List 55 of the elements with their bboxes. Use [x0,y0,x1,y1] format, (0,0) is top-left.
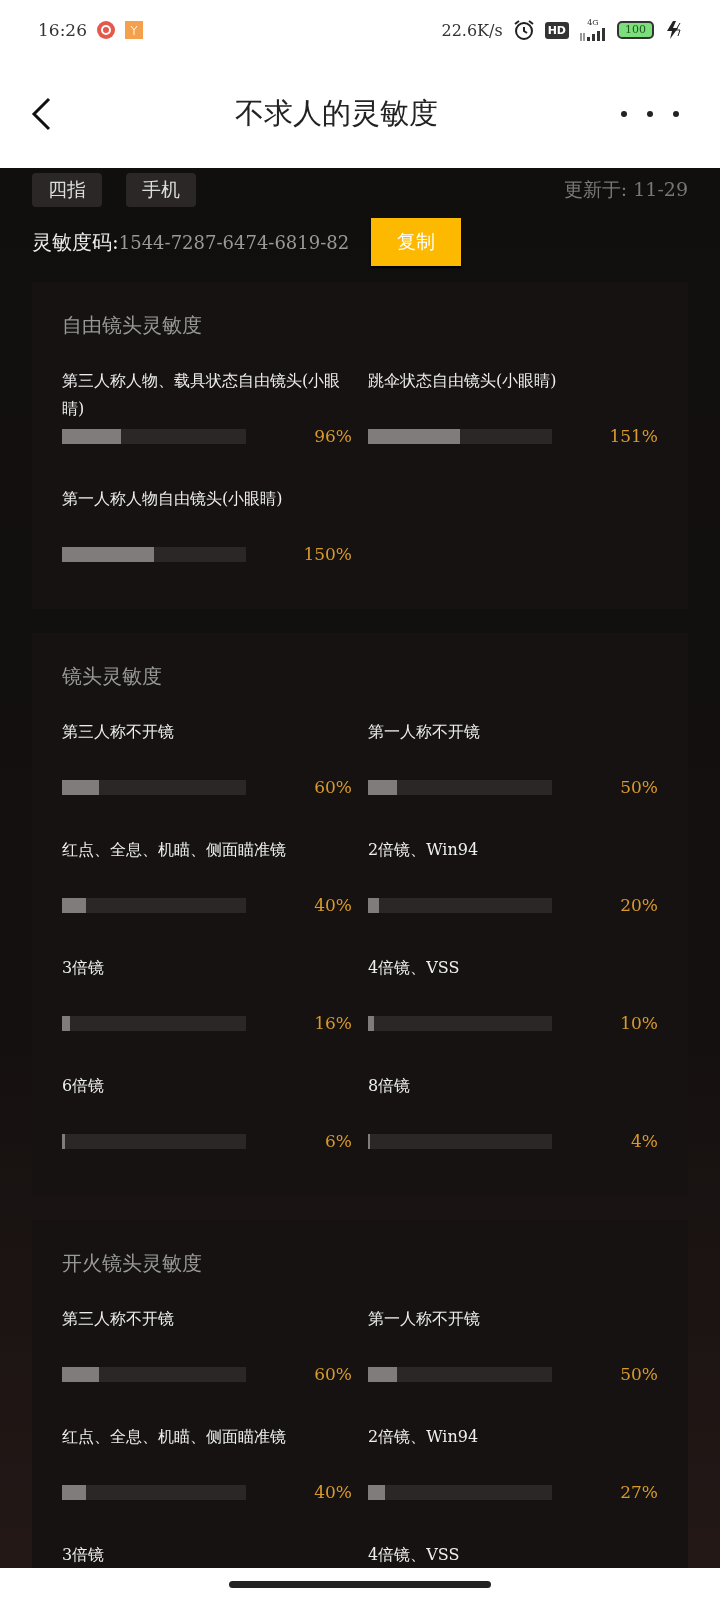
setting-label: 第三人称人物、载具状态自由镜头(小眼睛) [62,370,342,420]
percent-value: 4% [631,1131,658,1151]
setting-label: 跳伞状态自由镜头(小眼睛) [368,370,558,392]
percent-value: 50% [620,1364,658,1384]
tag: 四指 [32,173,102,207]
tag: 手机 [126,173,196,207]
updated-date: 更新于: 11-29 [563,177,688,202]
setting-label: 第三人称不开镜 [62,721,175,743]
percent-value: 96% [314,426,352,446]
network-type: 4G [587,19,599,27]
alarm-icon [512,19,535,41]
setting-label: 8倍镜 [368,1075,412,1097]
more-icon[interactable] [620,110,680,118]
section-title: 开火镜头灵敏度 [62,1250,203,1277]
home-indicator[interactable] [229,1580,491,1588]
setting-label: 第一人称人物自由镜头(小眼睛) [62,488,284,510]
setting-label: 第一人称不开镜 [368,1308,481,1330]
network-speed: 22.6K/s [441,20,503,40]
setting-label: 2倍镜、Win94 [368,1426,480,1448]
status-time: 16:26 [38,20,87,40]
setting-label: 红点、全息、机瞄、侧面瞄准镜 [62,839,287,861]
back-icon[interactable] [30,97,52,131]
page-title: 不求人的灵敏度 [233,95,439,132]
setting-label: 4倍镜、VSS [368,957,461,979]
setting-label: 红点、全息、机瞄、侧面瞄准镜 [62,1426,287,1448]
percent-value: 50% [620,777,658,797]
section-title: 自由镜头灵敏度 [62,312,203,339]
percent-value: 6% [325,1131,352,1151]
percent-value: 16% [314,1013,352,1033]
setting-label: 3倍镜 [62,957,106,979]
setting-label: 4倍镜、VSS [368,1544,461,1566]
percent-value: 60% [314,1364,352,1384]
sensitivity-code: 1544-7287-6474-6819-82 [118,231,350,253]
percent-value: 10% [620,1013,658,1033]
signal-icon [579,27,607,41]
copy-button[interactable]: 复制 [371,218,462,266]
app-icon [125,21,143,39]
percent-value: 20% [620,895,658,915]
percent-value: 150% [303,544,352,564]
percent-value: 60% [314,777,352,797]
percent-value: 40% [314,895,352,915]
setting-label: 6倍镜 [62,1075,106,1097]
setting-label: 3倍镜 [62,1544,106,1566]
setting-label: 第三人称不开镜 [62,1308,175,1330]
charging-icon [664,20,684,40]
percent-value: 151% [609,426,658,446]
setting-label: 第一人称不开镜 [368,721,481,743]
code-label: 灵敏度码: [32,228,119,256]
app-icon [97,21,115,39]
hd-badge: HD [544,21,569,39]
percent-value: 27% [620,1482,658,1502]
percent-value: 40% [314,1482,352,1502]
setting-label: 2倍镜、Win94 [368,839,480,861]
battery-indicator: 100 [617,21,654,39]
section-title: 镜头灵敏度 [62,663,163,690]
